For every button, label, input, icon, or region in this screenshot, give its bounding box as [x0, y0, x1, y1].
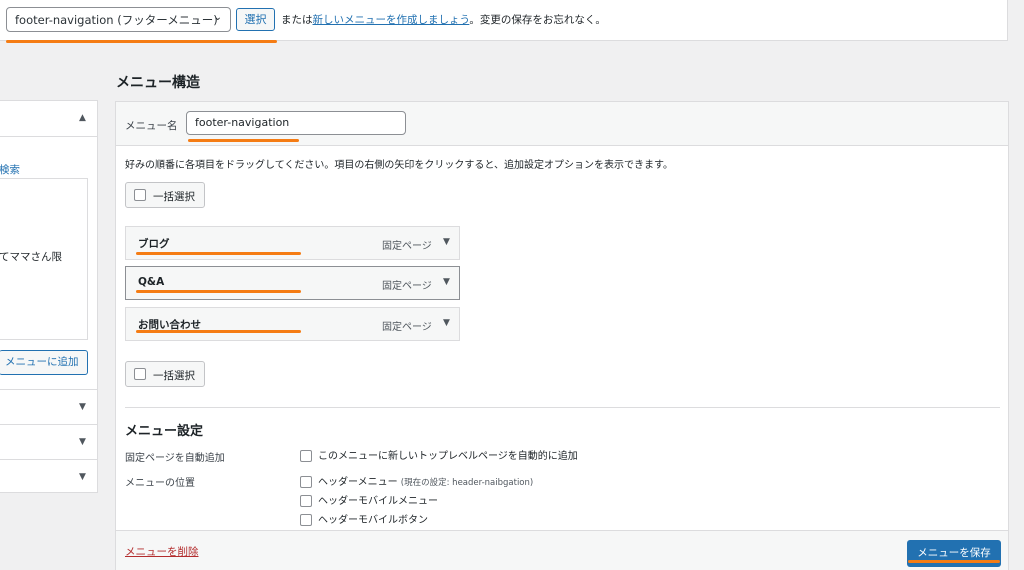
current-setting-note: (現在の設定: header-naibgation) [400, 478, 534, 488]
menu-item-title: Q&A [138, 276, 165, 288]
expand-arrow-icon[interactable]: ▼ [79, 472, 86, 482]
note-prefix: または [281, 14, 313, 26]
expand-arrow-icon[interactable]: ▼ [79, 402, 86, 412]
bulk-select-toggle[interactable]: 一括選択 [125, 182, 205, 208]
location-header-menu[interactable]: ヘッダーメニュー (現在の設定: header-naibgation) [300, 473, 533, 488]
auto-add-option[interactable]: このメニューに新しいトップレベルページを自動的に追加 [300, 447, 578, 462]
bulk-select-checkbox[interactable] [134, 368, 146, 380]
expand-arrow-icon[interactable]: ▼ [79, 437, 86, 447]
location-checkbox[interactable] [300, 514, 312, 526]
menu-location-label: メニューの位置 [125, 478, 195, 489]
auto-add-checkbox[interactable] [300, 450, 312, 462]
item-expand-arrow-icon[interactable]: ▼ [443, 237, 450, 247]
menu-item-type: 固定ページ [382, 281, 432, 292]
highlight-underline [136, 330, 301, 333]
menu-item-title: ブログ [138, 238, 170, 250]
highlight-underline [136, 290, 301, 293]
accordion-section-header[interactable]: ▼ [0, 424, 97, 459]
bulk-select-toggle[interactable]: 一括選択 [125, 361, 205, 387]
auto-add-option-label: このメニューに新しいトップレベルページを自動的に追加 [318, 451, 578, 462]
location-label: ヘッダーモバイルボタン [318, 515, 428, 526]
highlight-underline [188, 139, 299, 142]
menu-edit-panel: メニュー名 footer-navigation 好みの順番に各項目をドラッグして… [115, 101, 1009, 570]
location-checkbox[interactable] [300, 476, 312, 488]
menu-settings-heading: メニュー設定 [125, 424, 204, 439]
menu-select-dropdown[interactable]: footer-navigation (フッターメニュー) ⌄ [6, 7, 231, 32]
select-menu-button[interactable]: 選択 [236, 8, 275, 31]
menu-item-type: 固定ページ [382, 322, 432, 333]
highlight-underline [136, 252, 301, 255]
menu-item-type: 固定ページ [382, 241, 432, 252]
menu-actions-bar: メニューを削除 メニューを保存 [116, 530, 1008, 570]
highlight-underline [908, 560, 1000, 563]
menu-name-input[interactable]: footer-navigation [186, 111, 406, 135]
note-suffix: 。変更の保存をお忘れなく。 [469, 14, 606, 26]
add-to-menu-button[interactable]: メニューに追加 [0, 350, 88, 375]
create-new-menu-link[interactable]: 新しいメニューを作成しましょう [313, 14, 470, 26]
menu-item-contact[interactable]: お問い合わせ 固定ページ ▼ [125, 307, 460, 341]
divider [125, 407, 1000, 408]
location-header-mobile-menu[interactable]: ヘッダーモバイルメニュー [300, 492, 438, 507]
list-item: てママさん限 [0, 251, 62, 263]
location-label: ヘッダーモバイルメニュー [318, 496, 438, 507]
delete-menu-link[interactable]: メニューを削除 [125, 544, 199, 559]
item-expand-arrow-icon[interactable]: ▼ [443, 318, 450, 328]
accordion-section-header[interactable]: ▼ [0, 389, 97, 424]
add-menu-items-panel: ▲ 検索 てママさん限 メニューに追加 ▼ ▼ ▼ [0, 100, 98, 493]
location-header-mobile-button[interactable]: ヘッダーモバイルボタン [300, 511, 428, 526]
location-checkbox[interactable] [300, 495, 312, 507]
item-expand-arrow-icon[interactable]: ▼ [443, 277, 450, 287]
location-label: ヘッダーメニュー [318, 477, 398, 488]
search-tab-link[interactable]: 検索 [0, 162, 20, 177]
create-menu-note: または新しいメニューを作成しましょう。変更の保存をお忘れなく。 [281, 12, 606, 27]
bulk-select-label: 一括選択 [153, 370, 195, 382]
highlight-underline [6, 40, 277, 43]
menu-select-bar: footer-navigation (フッターメニュー) ⌄ 選択 または新しい… [0, 0, 1008, 41]
drag-instructions: 好みの順番に各項目をドラッグしてください。項目の右側の矢印をクリックすると、追加… [125, 160, 673, 171]
menu-select-value: footer-navigation (フッターメニュー) [15, 13, 218, 27]
collapse-arrow-icon[interactable]: ▲ [79, 113, 86, 123]
accordion-section-header[interactable]: ▼ [0, 459, 97, 494]
menu-structure-heading: メニュー構造 [116, 75, 200, 91]
chevron-down-icon: ⌄ [213, 12, 222, 23]
menu-item-qa[interactable]: Q&A 固定ページ ▼ [125, 266, 460, 300]
bulk-select-label: 一括選択 [153, 191, 195, 203]
auto-add-label: 固定ページを自動追加 [125, 453, 225, 464]
bulk-select-checkbox[interactable] [134, 189, 146, 201]
accordion-section-header[interactable]: ▲ [0, 101, 97, 137]
menu-name-label: メニュー名 [125, 120, 178, 132]
